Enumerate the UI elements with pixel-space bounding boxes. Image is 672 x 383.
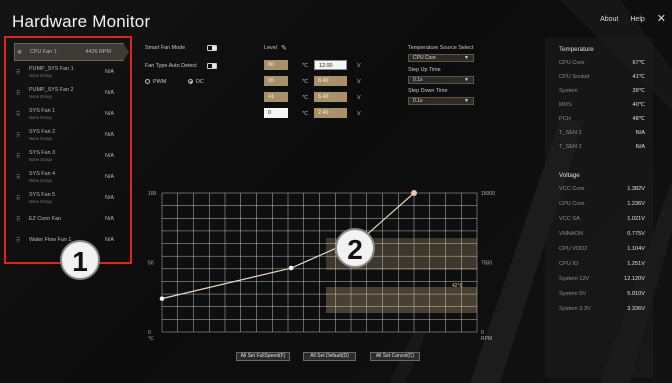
- voltage-row: CPU VDD2 1.104V: [559, 246, 645, 252]
- all-set-default-button[interactable]: All Set Default(D): [303, 352, 356, 361]
- y-left-unit: ℃: [148, 336, 154, 342]
- voltage-row: VCC SA 1.021V: [559, 216, 645, 222]
- temperature-header: Temperature: [559, 46, 594, 53]
- voltage-row: VNNAON 0.775V: [559, 231, 645, 237]
- all-set-fullspeed-button[interactable]: All Set FullSpeed(F): [236, 352, 290, 361]
- history-value-label: 42℃: [452, 283, 464, 289]
- all-set-cancel-button[interactable]: All Set Cancel(C): [370, 352, 420, 361]
- temp-row: CPU Core 67℃: [559, 60, 645, 66]
- voltage-row: CPU IO 1.251V: [559, 261, 645, 267]
- temp-row: PCH 48℃: [559, 116, 645, 122]
- callout-badge-2: 2: [335, 228, 375, 268]
- y-left-tick-label: 100: [148, 191, 157, 197]
- y-right-unit: RPM: [481, 336, 492, 342]
- voltage-row: System 12V 12.120V: [559, 276, 645, 282]
- temp-row: T_SEN 2 N/A: [559, 144, 645, 150]
- y-right-tick-label: 7500: [481, 261, 492, 267]
- history-band-lower: [326, 287, 477, 313]
- temp-row: MOS 40℃: [559, 102, 645, 108]
- temp-row: System 39℃: [559, 88, 645, 94]
- voltage-header: Voltage: [559, 172, 580, 179]
- sensor-panel: Temperature CPU Core 67℃ CPU Socket 41℃ Sy…: [545, 38, 653, 378]
- curve-point: [411, 190, 417, 196]
- curve-point: [159, 296, 165, 301]
- voltage-row: System 5V 5.010V: [559, 291, 645, 297]
- app-window: Hardware Monitor About Help ✕ ✥ CPU Fan …: [0, 0, 672, 383]
- temp-row: CPU Socket 41℃: [559, 74, 645, 80]
- voltage-row: System 3.3V 3.336V: [559, 306, 645, 312]
- y-right-tick-label: 15000: [481, 191, 495, 197]
- voltage-row: CPU Core 1.236V: [559, 201, 645, 207]
- temp-row: T_SEN 1 N/A: [559, 130, 645, 136]
- curve-point: [288, 265, 294, 271]
- voltage-row: VCC Core 1.382V: [559, 186, 645, 192]
- y-left-tick-label: 50: [148, 261, 154, 267]
